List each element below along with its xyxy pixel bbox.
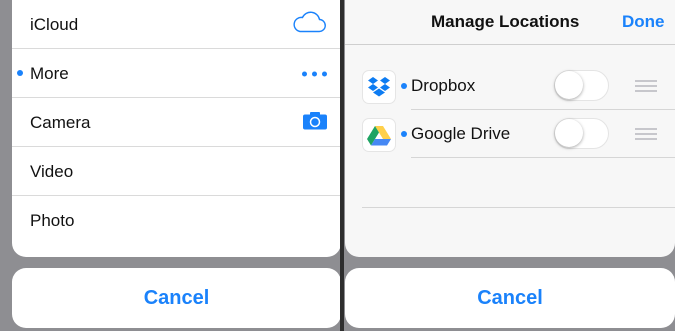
page-title: Manage Locations: [431, 12, 580, 31]
menu-item-label: Video: [30, 161, 74, 181]
location-row-dropbox: Dropbox: [345, 62, 675, 110]
selected-indicator: [401, 131, 407, 137]
done-button[interactable]: Done: [622, 12, 665, 32]
cloud-icon: [291, 10, 327, 39]
divider: [362, 207, 675, 208]
manage-locations-pane: Manage Locations Done Dropbox Google Dri…: [344, 0, 675, 331]
reorder-handle-icon[interactable]: [635, 128, 657, 143]
location-row-google-drive: Google Drive: [345, 110, 675, 158]
location-menu: iCloud More Camera Video Photo: [12, 0, 340, 257]
menu-item-label: Camera: [30, 112, 91, 132]
navigation-bar: Manage Locations Done: [345, 0, 675, 45]
toggle-knob: [555, 71, 583, 99]
selected-indicator: [401, 83, 407, 89]
cancel-button[interactable]: Cancel: [12, 268, 340, 328]
selected-indicator: [17, 70, 23, 76]
toggle-knob: [555, 119, 583, 147]
reorder-handle-icon[interactable]: [635, 80, 657, 95]
menu-item-label: Photo: [30, 210, 75, 230]
menu-item-icloud[interactable]: iCloud: [12, 0, 340, 49]
google-drive-toggle[interactable]: [554, 118, 609, 149]
more-icon: [302, 71, 327, 76]
cancel-button[interactable]: Cancel: [345, 268, 675, 328]
divider: [411, 157, 675, 158]
menu-item-label: More: [30, 63, 69, 83]
menu-item-more[interactable]: More: [12, 49, 340, 98]
menu-item-label: iCloud: [30, 14, 79, 34]
document-picker-pane: iCloud More Camera Video Photo Cancel: [0, 0, 340, 331]
menu-item-camera[interactable]: Camera: [12, 98, 340, 147]
dropbox-icon: [362, 70, 396, 104]
camera-icon: [303, 111, 327, 134]
google-drive-icon: [362, 118, 396, 152]
menu-item-video[interactable]: Video: [12, 147, 340, 196]
dropbox-toggle[interactable]: [554, 70, 609, 101]
menu-item-photo[interactable]: Photo: [12, 196, 340, 245]
manage-locations-sheet: Manage Locations Done Dropbox Google Dri…: [345, 0, 675, 257]
divider: [345, 44, 675, 45]
location-label: Dropbox: [411, 76, 476, 95]
location-label: Google Drive: [411, 124, 511, 143]
